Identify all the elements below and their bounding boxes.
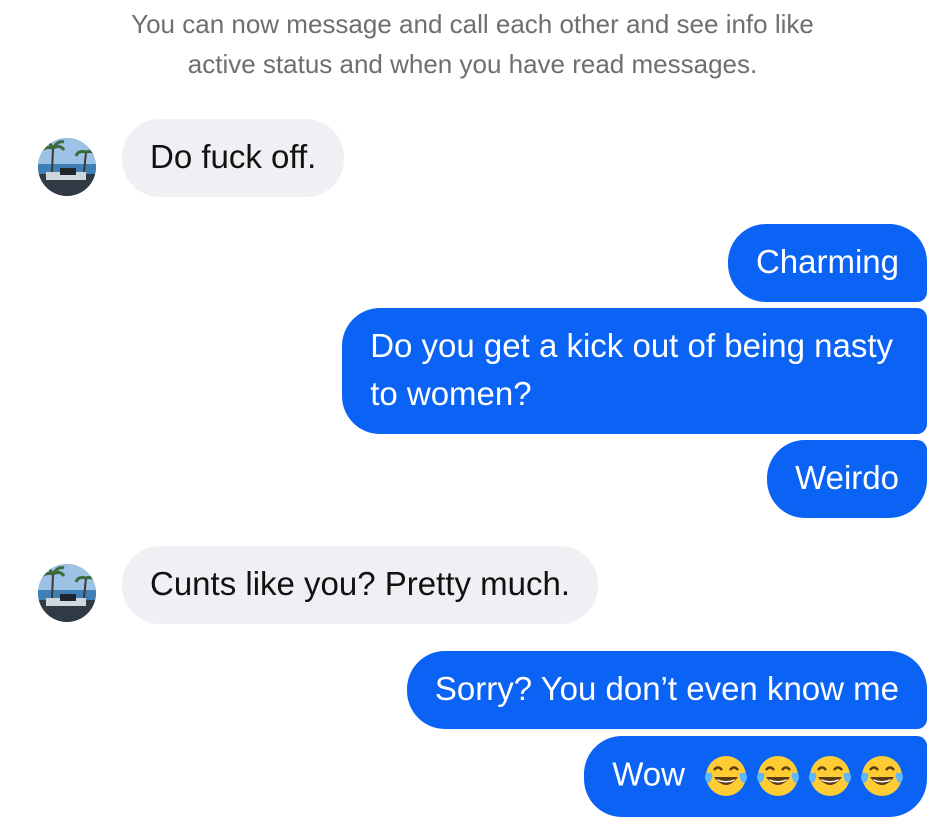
message-text: Wow bbox=[612, 755, 685, 793]
laughing-crying-emoji-icon bbox=[705, 755, 747, 796]
message-text: Charming bbox=[755, 243, 899, 280]
system-notice-line-1: You can now message and call each other … bbox=[131, 9, 814, 39]
message-text: Weirdo bbox=[795, 459, 899, 496]
sender-avatar[interactable] bbox=[38, 138, 96, 196]
outgoing-message-bubble[interactable]: Weirdo bbox=[767, 440, 927, 518]
message-text: Do fuck off. bbox=[150, 138, 317, 175]
system-notice-line-2: active status and when you have read mes… bbox=[187, 49, 758, 79]
outgoing-message-bubble[interactable]: Sorry? You don’t even know me bbox=[406, 651, 927, 729]
outgoing-message-bubble[interactable]: Charming bbox=[727, 224, 927, 302]
system-notice: You can now message and call each other … bbox=[0, 4, 945, 84]
message-text-line-2: to women? bbox=[370, 375, 532, 412]
message-text: Sorry? You don’t even know me bbox=[434, 670, 899, 707]
laughing-crying-emoji-icon bbox=[861, 755, 903, 796]
beach-photo-icon bbox=[38, 564, 96, 622]
message-text: Cunts like you? Pretty much. bbox=[150, 565, 571, 602]
sender-avatar[interactable] bbox=[38, 564, 96, 622]
laughing-crying-emoji-icon bbox=[757, 755, 799, 796]
message-text-line-1: Do you get a kick out of being nasty bbox=[370, 327, 893, 364]
outgoing-message-bubble[interactable]: Wow bbox=[584, 736, 927, 817]
beach-photo-icon bbox=[38, 138, 96, 196]
laughing-crying-emoji-icon bbox=[809, 755, 851, 796]
outgoing-message-bubble[interactable]: Do you get a kick out of being nasty to … bbox=[342, 308, 927, 434]
emoji-row bbox=[697, 750, 905, 799]
incoming-message-bubble[interactable]: Cunts like you? Pretty much. bbox=[122, 546, 599, 624]
incoming-message-bubble[interactable]: Do fuck off. bbox=[122, 119, 345, 197]
